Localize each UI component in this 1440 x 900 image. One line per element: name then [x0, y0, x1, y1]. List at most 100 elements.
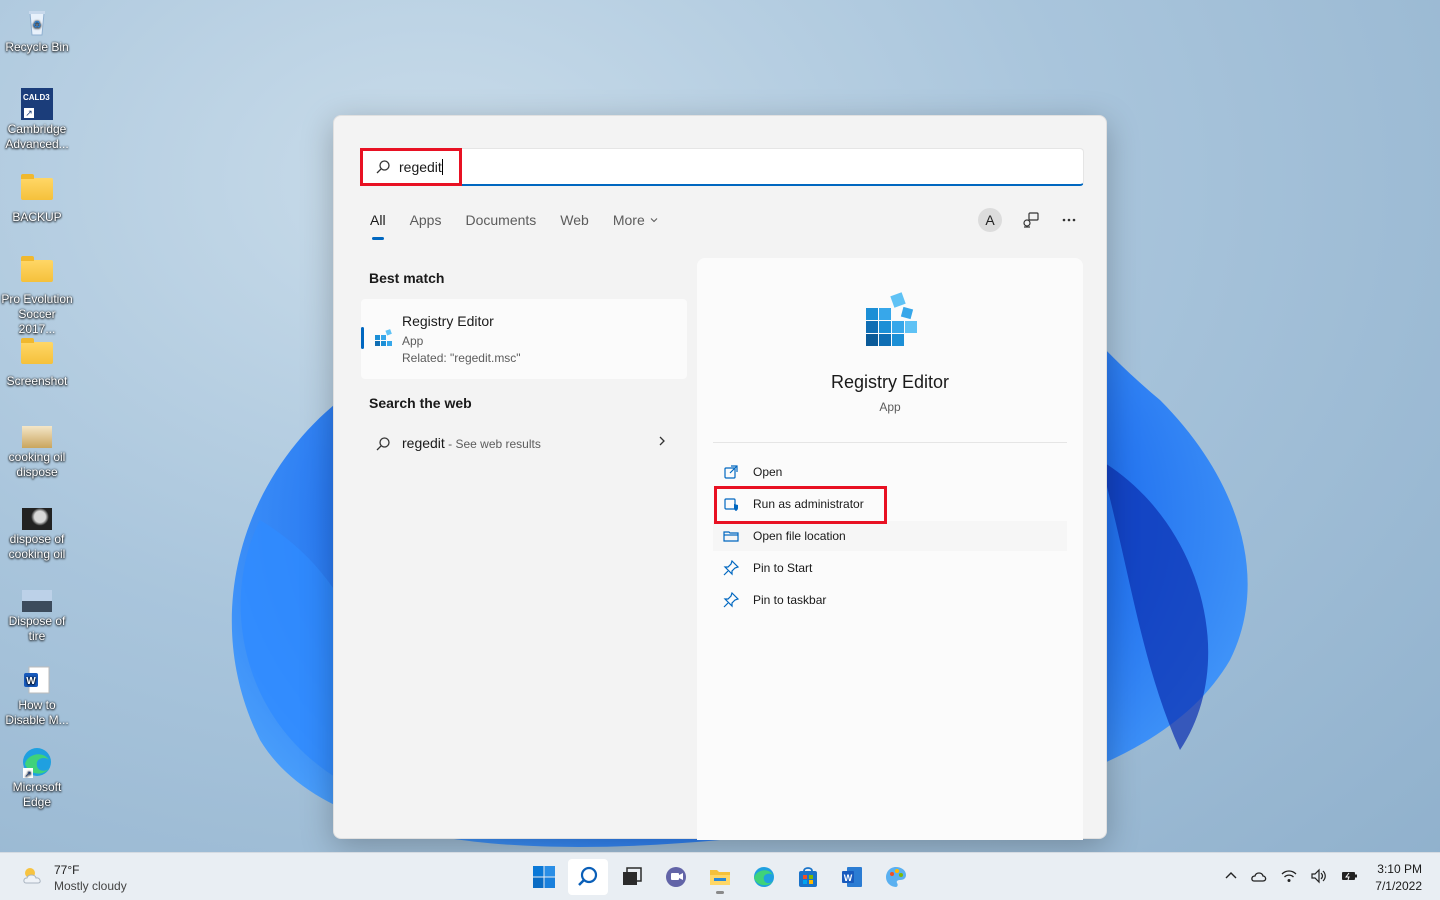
- microsoft-store-button[interactable]: [788, 859, 828, 895]
- desktop-icon-label: How to Disable M...: [5, 698, 69, 727]
- result-related: Related: "regedit.msc": [402, 351, 521, 365]
- desktop-icon-recycle-bin[interactable]: ♻ Recycle Bin: [0, 0, 74, 55]
- tab-all[interactable]: All: [370, 212, 386, 240]
- search-panel: regedit All Apps Documents Web More A Be…: [333, 115, 1107, 840]
- tab-documents[interactable]: Documents: [465, 212, 536, 228]
- action-pin-to-start[interactable]: Pin to Start: [713, 553, 1067, 583]
- word-button[interactable]: W: [832, 859, 872, 895]
- action-pin-to-taskbar[interactable]: Pin to taskbar: [713, 585, 1067, 615]
- desktop-icon-label: Dispose of tire: [8, 614, 66, 643]
- windows-start-icon: [533, 866, 555, 888]
- svg-text:♻: ♻: [33, 20, 42, 31]
- desktop-icon-cooking-oil-dispose[interactable]: cooking oil dispose: [0, 418, 74, 480]
- desktop-icon-dispose-cooking-oil[interactable]: dispose of cooking oil: [0, 500, 74, 562]
- open-external-icon: [724, 465, 738, 479]
- registry-editor-icon: [375, 329, 392, 346]
- search-tabs: All Apps Documents Web More: [370, 212, 683, 240]
- web-result-suffix: - See web results: [444, 437, 541, 451]
- image-file-icon: [22, 426, 52, 448]
- search-box[interactable]: regedit: [360, 148, 1084, 186]
- account-avatar[interactable]: A: [978, 208, 1002, 232]
- desktop-icon-label: BACKUP: [12, 210, 62, 224]
- search-web-heading: Search the web: [369, 395, 472, 411]
- image-file-icon: [22, 508, 52, 530]
- best-match-result[interactable]: Registry Editor App Related: "regedit.ms…: [361, 299, 687, 379]
- cambridge-dictionary-icon: CALD3 ↗: [21, 88, 53, 120]
- action-label: Open file location: [753, 529, 846, 543]
- task-view-button[interactable]: [612, 859, 652, 895]
- partly-cloudy-icon: [23, 868, 41, 884]
- folder-open-icon: [723, 531, 739, 542]
- taskbar-apps: W: [524, 859, 916, 895]
- web-search-result[interactable]: regedit - See web results: [361, 428, 687, 460]
- action-open-file-location[interactable]: Open file location: [713, 521, 1067, 551]
- weather-condition: Mostly cloudy: [54, 879, 127, 893]
- tab-web[interactable]: Web: [560, 212, 589, 228]
- desktop-icon-label: dispose of cooking oil: [8, 532, 66, 561]
- detail-type: App: [879, 400, 901, 414]
- svg-text:↗: ↗: [24, 769, 32, 778]
- teams-chat-button[interactable]: [656, 859, 696, 895]
- desktop-icon-label: Cambridge Advanced...: [5, 122, 69, 151]
- desktop-icon-dispose-tire[interactable]: Dispose of tire: [0, 582, 74, 644]
- detail-title: Registry Editor: [830, 372, 950, 392]
- desktop-icon-label: cooking oil dispose: [8, 450, 66, 479]
- action-label: Pin to taskbar: [753, 593, 827, 607]
- search-icon: [578, 866, 598, 886]
- recycle-bin-icon: ♻: [21, 6, 53, 38]
- paint-icon: [886, 867, 906, 887]
- edge-icon: ↗: [21, 746, 53, 779]
- tab-more[interactable]: More: [613, 212, 659, 228]
- desktop-icon-word-doc[interactable]: W How to Disable M...: [0, 658, 74, 728]
- file-explorer-button[interactable]: [700, 859, 740, 895]
- system-tray: [1224, 867, 1358, 885]
- search-header-actions: A: [978, 208, 1078, 232]
- tab-more-label: More: [612, 212, 645, 228]
- taskbar-search-button[interactable]: [568, 859, 608, 895]
- selection-indicator: [361, 327, 364, 349]
- action-label: Pin to Start: [753, 561, 813, 575]
- weather-temperature: 77°F: [54, 863, 80, 877]
- more-options-icon[interactable]: [1060, 211, 1078, 229]
- clock-time: 3:10 PM: [1377, 862, 1422, 876]
- onedrive-cloud-icon[interactable]: [1250, 867, 1268, 885]
- chevron-down-icon: [650, 218, 658, 223]
- running-indicator: [716, 891, 724, 894]
- web-query: regedit: [402, 435, 445, 451]
- web-result-text: regedit - See web results: [402, 435, 541, 451]
- result-title: Registry Editor: [402, 313, 494, 329]
- desktop-icon-edge[interactable]: ↗ Microsoft Edge: [0, 740, 74, 810]
- pin-icon: [723, 592, 739, 608]
- folder-icon: [21, 338, 53, 364]
- desktop-icon-pes[interactable]: Pro Evolution Soccer 2017...: [0, 246, 74, 337]
- divider: [713, 442, 1067, 443]
- wifi-icon[interactable]: [1280, 867, 1298, 885]
- registry-editor-icon: [866, 292, 917, 346]
- tab-apps[interactable]: Apps: [410, 212, 442, 228]
- desktop-icon-label: Microsoft Edge: [12, 780, 62, 809]
- volume-icon[interactable]: [1310, 867, 1328, 885]
- clock-date: 7/1/2022: [1375, 879, 1422, 893]
- run-as-admin-highlight-box: [714, 486, 887, 524]
- battery-icon[interactable]: [1340, 867, 1358, 885]
- result-type: App: [402, 334, 424, 348]
- weather-widget[interactable]: 77°F Mostly cloudy: [20, 863, 127, 893]
- task-view-icon: [623, 867, 642, 885]
- desktop-icon-backup[interactable]: BACKUP: [0, 164, 74, 225]
- desktop-icon-screenshot[interactable]: Screenshot: [0, 328, 74, 389]
- start-button[interactable]: [524, 859, 564, 895]
- folder-icon: [21, 256, 53, 282]
- word-icon: W: [842, 867, 862, 887]
- search-highlight-box: [360, 148, 462, 186]
- search-icon: [376, 437, 390, 451]
- edge-icon: [754, 867, 774, 887]
- paint-button[interactable]: [876, 859, 916, 895]
- clock[interactable]: 3:10 PM 7/1/2022: [1375, 861, 1422, 895]
- svg-text:W: W: [844, 873, 853, 883]
- chevron-up-icon[interactable]: [1224, 867, 1238, 885]
- devices-icon[interactable]: [1022, 211, 1040, 229]
- desktop-icon-cambridge[interactable]: CALD3 ↗ Cambridge Advanced...: [0, 82, 74, 152]
- edge-button[interactable]: [744, 859, 784, 895]
- best-match-heading: Best match: [369, 270, 445, 286]
- action-open[interactable]: Open: [713, 457, 1067, 487]
